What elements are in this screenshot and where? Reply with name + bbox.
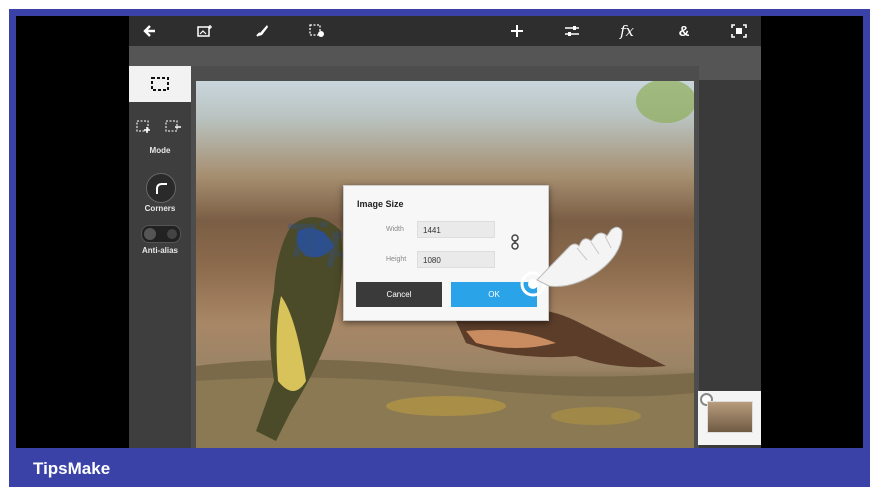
antialias-toggle[interactable] [141, 225, 181, 243]
selection-settings-button[interactable] [299, 16, 335, 46]
toggle-knob [144, 228, 156, 240]
effects-icon: fx [619, 22, 634, 40]
corner-radius-icon [156, 183, 167, 194]
rect-selection-icon [151, 77, 169, 91]
add-image-button[interactable] [187, 16, 223, 46]
layer-thumbnail[interactable] [698, 391, 761, 445]
mode-label: Mode [149, 146, 171, 155]
selection-subtract-icon [165, 120, 181, 132]
width-input[interactable]: 1441 [417, 221, 495, 238]
toggle-knob-off [167, 229, 177, 239]
add-button[interactable] [499, 16, 535, 46]
right-panel-tab [699, 66, 761, 80]
corners-label: Corners [144, 204, 176, 213]
height-label: Height [386, 256, 407, 263]
back-button[interactable] [132, 16, 168, 46]
effects-button[interactable]: fx [609, 16, 645, 46]
width-label: Width [386, 226, 404, 233]
blend-icon: & [678, 22, 690, 40]
cancel-button[interactable]: Cancel [356, 282, 442, 307]
back-arrow-icon [143, 25, 155, 37]
rect-select-tool[interactable] [129, 66, 191, 102]
adjustments-button[interactable] [554, 16, 590, 46]
mode-add-button[interactable] [136, 120, 154, 139]
selection-add-icon [136, 120, 150, 133]
dialog-title: Image Size [357, 199, 404, 209]
antialias-label: Anti-alias [141, 246, 178, 255]
layer-thumbnail-image [707, 401, 753, 433]
height-input[interactable]: 1080 [417, 251, 495, 268]
plus-icon [511, 25, 523, 37]
crop-fit-icon [731, 24, 747, 38]
selection-settings-icon [309, 24, 324, 37]
brush-icon [256, 25, 268, 37]
left-tool-panel: Mode Corners Anti-alias [129, 66, 191, 448]
top-toolbar: fx & [129, 16, 761, 46]
tap-hand-icon [520, 226, 623, 297]
brush-button[interactable] [244, 16, 280, 46]
adjustments-icon [565, 26, 579, 36]
mode-subtract-button[interactable] [165, 120, 183, 139]
fit-screen-button[interactable] [721, 16, 757, 46]
add-image-icon [197, 25, 212, 37]
corners-button[interactable] [146, 173, 176, 203]
canvas-top-strip [129, 46, 761, 66]
brand-logo-text: TipsMake [33, 459, 111, 478]
brand-bar: TipsMake [9, 449, 870, 487]
blend-button[interactable]: & [666, 16, 702, 46]
